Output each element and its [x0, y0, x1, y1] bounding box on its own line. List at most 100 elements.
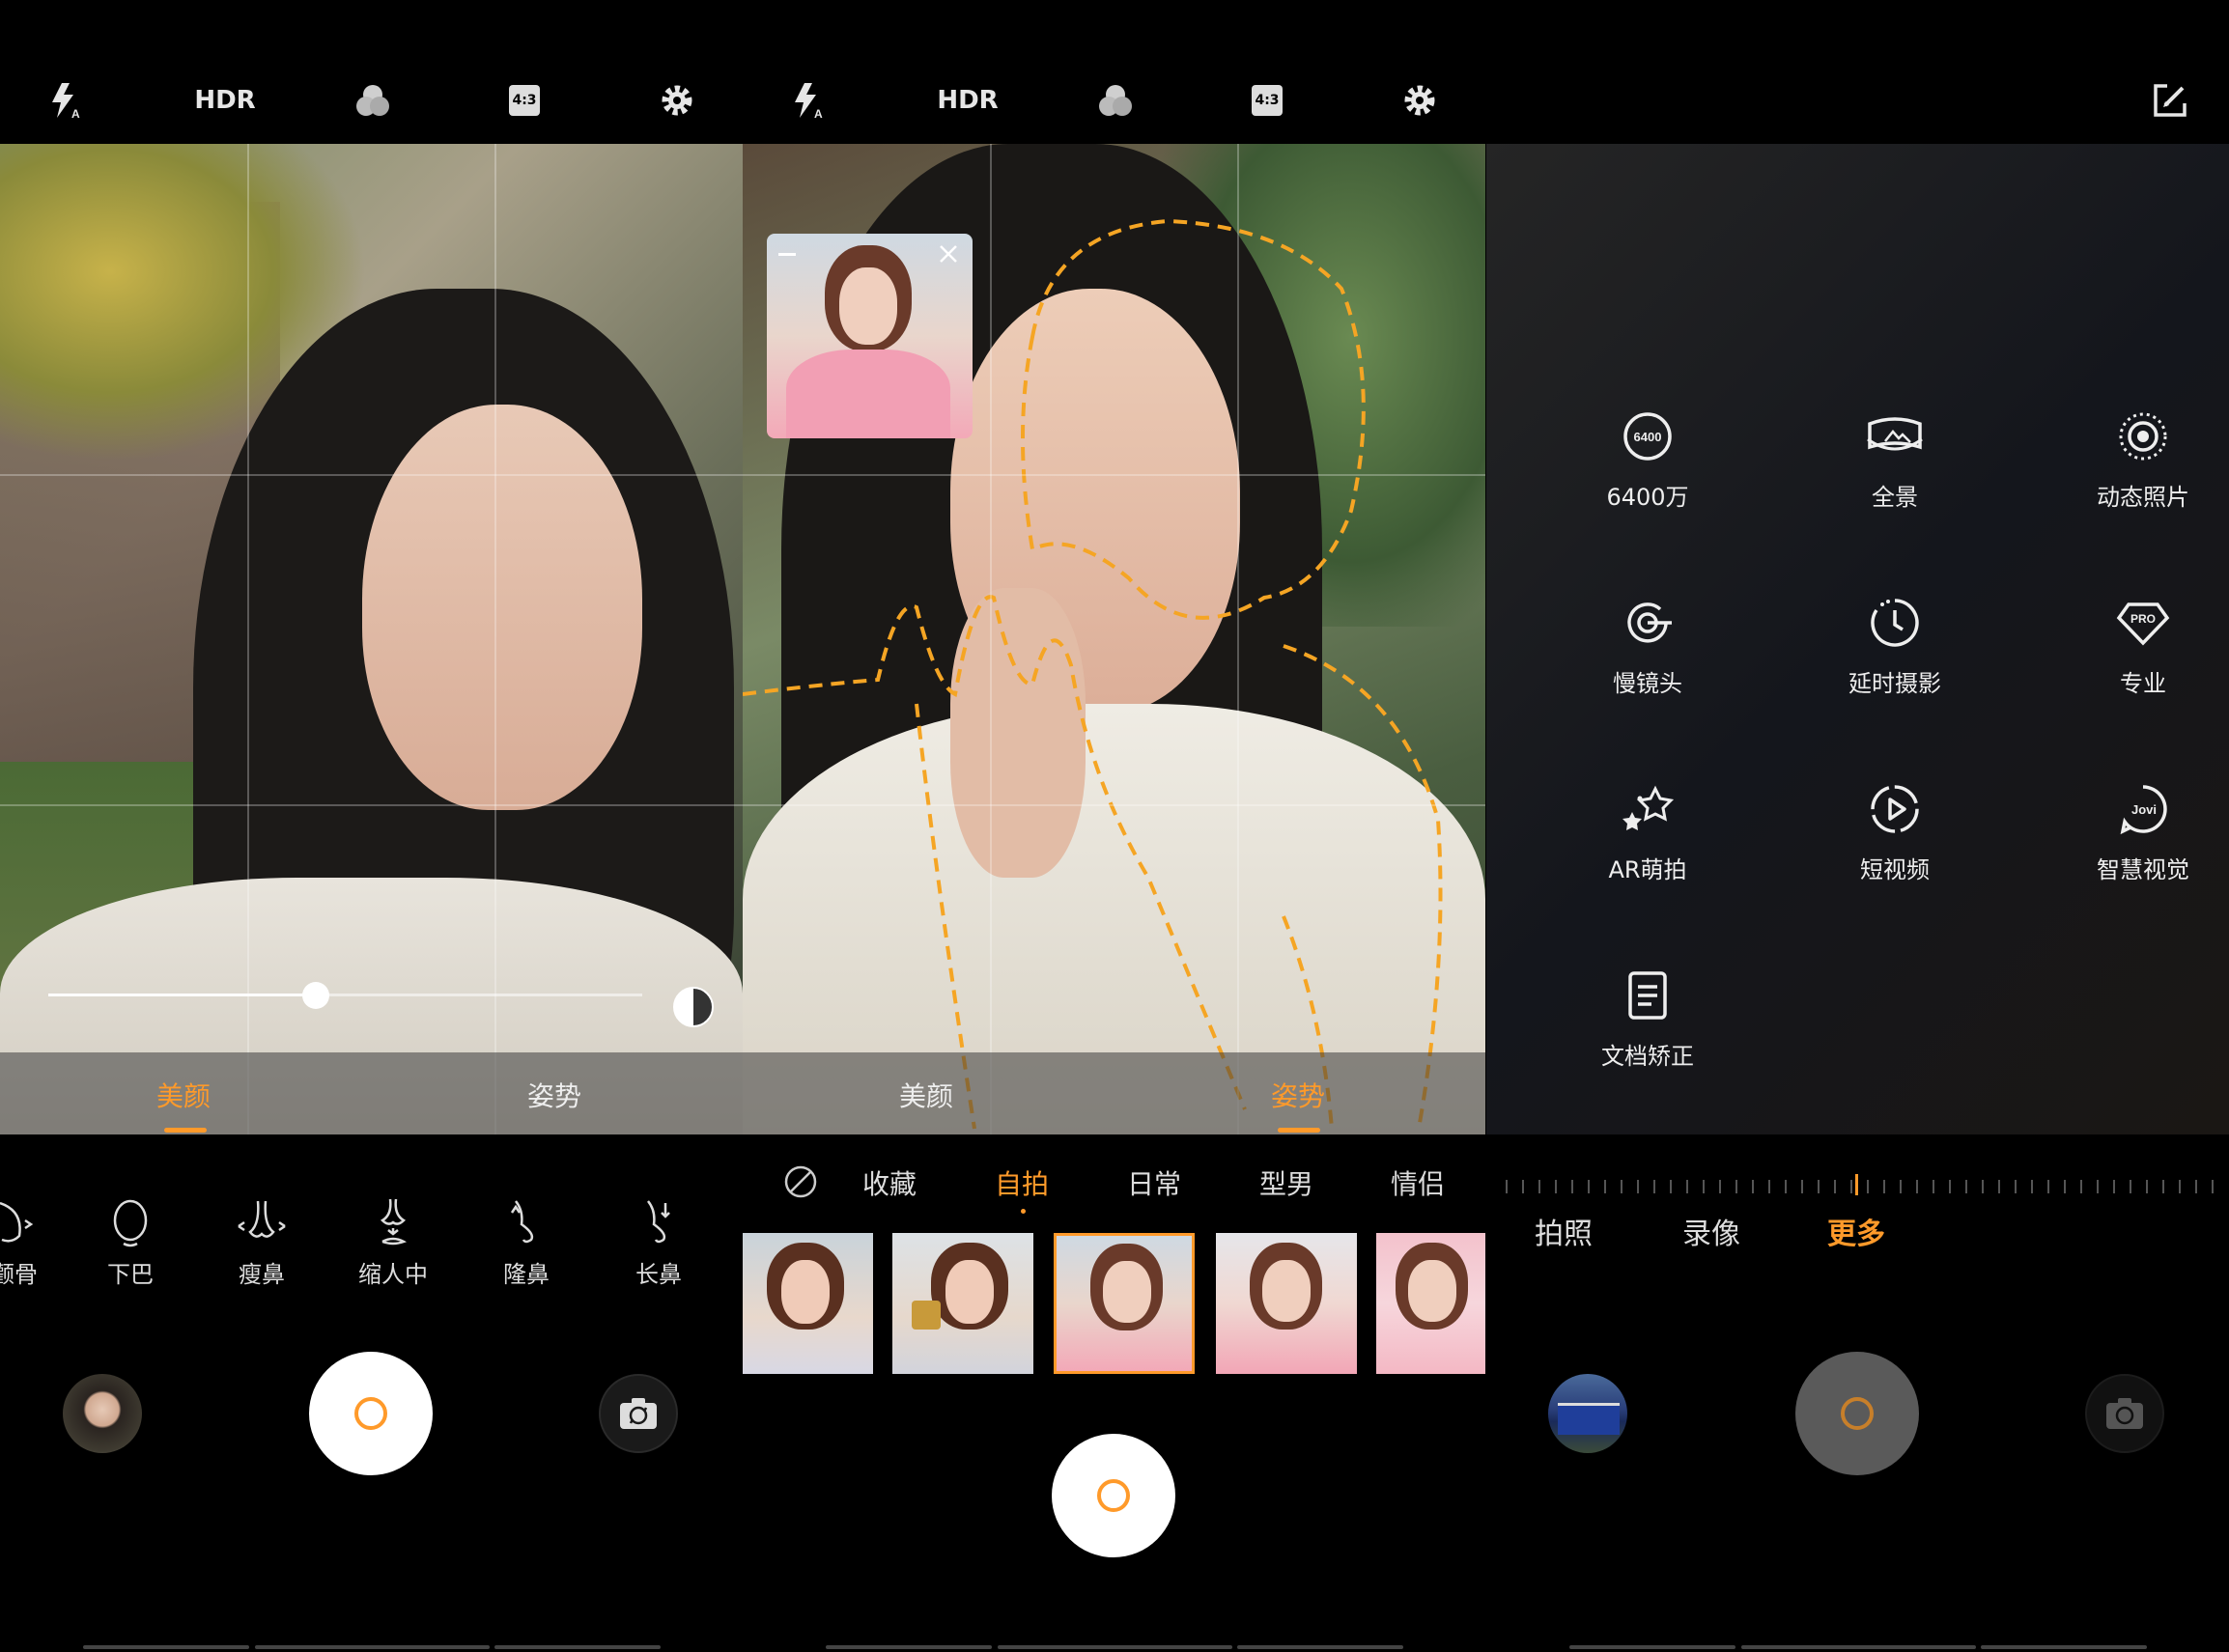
aspect-ratio-button[interactable]: 4:3 — [497, 79, 551, 122]
settings-button[interactable] — [650, 79, 704, 122]
flip-camera-icon — [2106, 1398, 2143, 1429]
ratio-label: 4:3 — [512, 93, 537, 108]
pose-thumbnail[interactable] — [1376, 1233, 1485, 1374]
thumb-person-face — [781, 1260, 830, 1324]
gallery-thumbnail[interactable] — [1548, 1374, 1627, 1453]
mode-live-photo[interactable]: 动态照片 — [2037, 410, 2229, 512]
beauty-item-cheekbone[interactable]: 颧骨 — [0, 1197, 68, 1289]
preview-minimize-icon[interactable] — [778, 253, 796, 256]
hdr-button[interactable]: HDR — [934, 79, 1002, 122]
pose-thumbnail[interactable] — [892, 1233, 1033, 1374]
shutter-button[interactable] — [309, 1352, 433, 1475]
hdr-label: HDR — [937, 86, 999, 115]
flip-camera-button[interactable] — [599, 1374, 678, 1453]
settings-button[interactable] — [1393, 79, 1447, 122]
gallery-train — [1558, 1403, 1620, 1435]
cheekbone-icon — [0, 1201, 34, 1243]
mode-short-video[interactable]: 短视频 — [1789, 783, 2001, 884]
preview-person-face — [839, 267, 897, 345]
tab-pose[interactable]: 姿势 — [1271, 1076, 1325, 1114]
aspect-ratio-button[interactable]: 4:3 — [1240, 79, 1294, 122]
pose-category-couples[interactable]: 情侣 — [1391, 1163, 1445, 1202]
pose-thumbnail-selected[interactable] — [1054, 1233, 1195, 1374]
grid-line — [0, 474, 743, 476]
tab-pose[interactable]: 姿势 — [527, 1076, 581, 1114]
slider-thumb[interactable] — [301, 982, 329, 1009]
beauty-pose-tabs: 美颜 姿势 — [0, 1052, 743, 1134]
ar-stars-icon — [1622, 785, 1675, 830]
svg-text:A: A — [71, 107, 80, 120]
mode-tab-photo[interactable]: 拍照 — [1535, 1210, 1593, 1252]
nav-bar — [1981, 1645, 2147, 1649]
flash-auto-button[interactable]: A — [39, 79, 93, 122]
pose-thumbnail[interactable] — [743, 1233, 873, 1374]
tab-active-indicator — [1278, 1128, 1320, 1133]
beauty-item-nose-bridge[interactable]: 隆鼻 — [473, 1197, 579, 1289]
jovi-badge-text: Jovi — [2131, 802, 2157, 817]
flip-camera-button[interactable] — [2085, 1374, 2164, 1453]
mode-ruler[interactable] — [1506, 1180, 2220, 1193]
beauty-item-label: 瘦鼻 — [239, 1261, 285, 1288]
preview-person-shirt — [786, 350, 950, 438]
nav-bar — [494, 1645, 661, 1649]
mode-ruler-indicator — [1855, 1174, 1858, 1195]
flash-auto-button[interactable]: A — [781, 79, 835, 122]
mode-label: 慢镜头 — [1613, 670, 1682, 697]
thumb-person-face — [1408, 1260, 1456, 1322]
shutter-ring — [354, 1397, 387, 1430]
mode-label: 智慧视觉 — [2097, 856, 2189, 883]
category-active-dot — [1021, 1209, 1026, 1214]
mode-64mp[interactable]: 6400 6400万 — [1541, 410, 1754, 512]
short-video-icon — [1871, 785, 1919, 833]
edit-modes-button[interactable] — [2143, 79, 2197, 122]
mode-slow-motion[interactable]: 慢镜头 — [1541, 597, 1754, 698]
shutter-button-disabled[interactable] — [1795, 1352, 1919, 1475]
shutter-button[interactable] — [1052, 1434, 1175, 1557]
tab-beauty[interactable]: 美颜 — [899, 1076, 953, 1114]
philtrum-icon — [380, 1198, 408, 1246]
gallery-thumbnail[interactable] — [63, 1374, 142, 1453]
viewfinder[interactable] — [0, 144, 743, 1134]
mode-panorama[interactable]: 全景 — [1789, 410, 2001, 512]
filter-icon — [356, 85, 389, 116]
beauty-item-label: 颧骨 — [0, 1261, 38, 1288]
nav-bar — [255, 1645, 490, 1649]
pose-thumbnail[interactable] — [1216, 1233, 1357, 1374]
preview-close-icon[interactable] — [938, 243, 959, 265]
chin-icon — [113, 1199, 148, 1247]
no-pose-icon[interactable] — [783, 1164, 818, 1199]
pro-icon: PRO — [2116, 602, 2170, 646]
beauty-item-long-nose[interactable]: 长鼻 — [606, 1197, 712, 1289]
beauty-item-chin[interactable]: 下巴 — [77, 1197, 183, 1289]
slow-motion-icon — [1627, 602, 1672, 643]
filter-button[interactable] — [1088, 79, 1143, 122]
compare-button[interactable] — [673, 987, 714, 1027]
beauty-slider[interactable] — [48, 980, 642, 1009]
tab-beauty[interactable]: 美颜 — [156, 1076, 211, 1114]
pose-category-selfie[interactable]: 自拍 — [995, 1163, 1049, 1202]
mode-label: 短视频 — [1860, 856, 1930, 883]
flip-camera-icon — [620, 1398, 657, 1429]
document-icon — [1628, 971, 1667, 1020]
mode-smart-vision[interactable]: Jovi 智慧视觉 — [2037, 783, 2229, 884]
mode-timelapse[interactable]: 延时摄影 — [1789, 597, 2001, 698]
pose-reference-preview[interactable] — [767, 234, 973, 438]
filter-button[interactable] — [346, 79, 400, 122]
mode-ar-stickers[interactable]: AR萌拍 — [1541, 783, 1754, 884]
hdr-button[interactable]: HDR — [191, 79, 259, 122]
mode-tab-video[interactable]: 录像 — [1682, 1210, 1740, 1252]
viewfinder[interactable] — [743, 144, 1485, 1134]
pose-category-favorites[interactable]: 收藏 — [862, 1163, 917, 1202]
pose-category-stylish-men[interactable]: 型男 — [1259, 1163, 1313, 1202]
mode-pro[interactable]: PRO 专业 — [2037, 597, 2229, 698]
mode-label: 动态照片 — [2097, 484, 2189, 511]
mode-tab-more[interactable]: 更多 — [1827, 1210, 1885, 1252]
grid-line — [1237, 144, 1239, 1134]
pose-category-daily[interactable]: 日常 — [1127, 1163, 1181, 1202]
beauty-item-philtrum[interactable]: 缩人中 — [340, 1197, 446, 1289]
thumb-person-face — [1262, 1260, 1311, 1322]
beauty-item-slim-nose[interactable]: 瘦鼻 — [209, 1197, 315, 1289]
mode-document-correction[interactable]: 文档矫正 — [1541, 969, 1754, 1071]
thumb-cup — [912, 1301, 941, 1330]
filter-icon — [1099, 85, 1132, 116]
